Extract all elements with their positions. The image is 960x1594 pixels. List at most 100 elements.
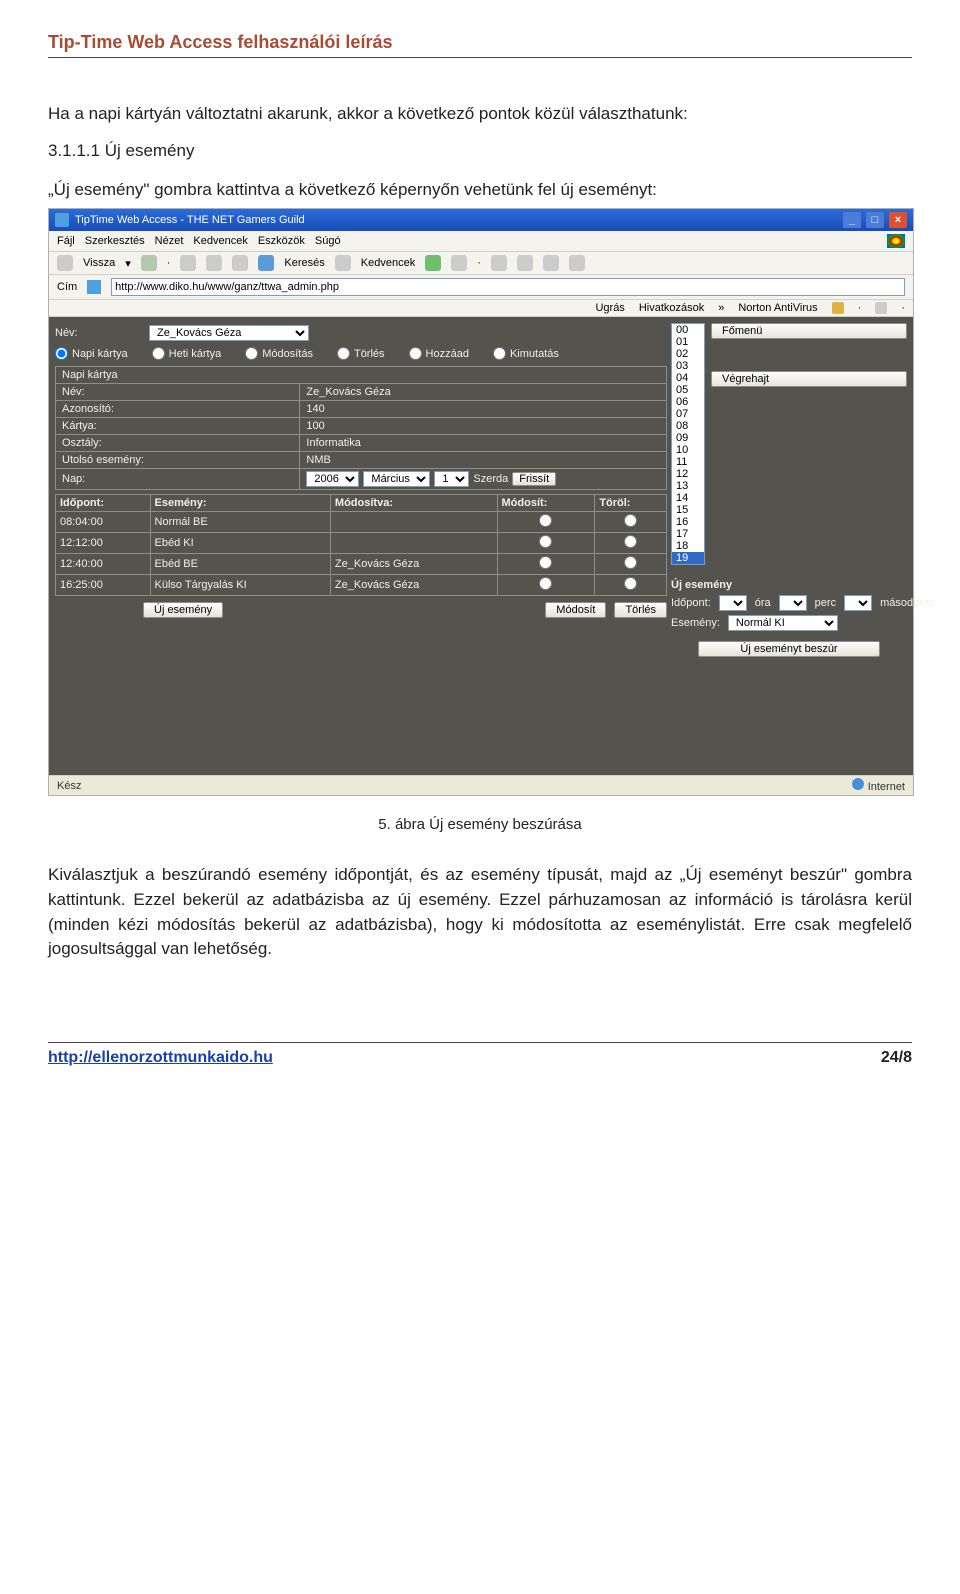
- kv-label: Név:: [56, 384, 300, 401]
- kv-label: Azonosító:: [56, 401, 300, 418]
- table-row: 08:04:00Normál BE: [56, 512, 667, 533]
- radio-torles[interactable]: Törlés: [337, 347, 385, 360]
- row-modify-radio[interactable]: [539, 577, 552, 590]
- modify-button[interactable]: Módosít: [545, 602, 606, 618]
- print-icon[interactable]: [491, 255, 507, 271]
- radio-heti[interactable]: Heti kártya: [152, 347, 222, 360]
- row-modify-radio[interactable]: [539, 535, 552, 548]
- favorites-button[interactable]: Kedvencek: [361, 257, 415, 269]
- radio-modositas[interactable]: Módosítás: [245, 347, 313, 360]
- radio-kimutatas[interactable]: Kimutatás: [493, 347, 559, 360]
- row-modify-radio[interactable]: [539, 556, 552, 569]
- hour-select[interactable]: 00: [719, 595, 747, 611]
- address-label: Cím: [57, 281, 77, 293]
- search-button[interactable]: Keresés: [284, 257, 324, 269]
- table-row: 12:40:00Ebéd BEZe_Kovács Géza: [56, 554, 667, 575]
- history-icon[interactable]: [425, 255, 441, 271]
- window-buttons: _ □ ×: [841, 212, 907, 228]
- row-delete-radio[interactable]: [624, 556, 637, 569]
- doc-title: Tip-Time Web Access felhasználói leírás: [48, 32, 912, 53]
- discuss-icon[interactable]: [543, 255, 559, 271]
- row-delete-radio[interactable]: [624, 577, 637, 590]
- norton-label: Norton AntiVirus: [738, 302, 817, 314]
- search-icon[interactable]: [258, 255, 274, 271]
- refresh-button[interactable]: Frissít: [512, 472, 556, 486]
- event-type-select[interactable]: Normál KI: [728, 615, 838, 631]
- menubar: Fájl Szerkesztés Nézet Kedvencek Eszközö…: [49, 231, 913, 252]
- menu-szerkesztes[interactable]: Szerkesztés: [85, 235, 145, 247]
- fomenu-button[interactable]: Főmenü: [711, 323, 907, 339]
- card-header: Napi kártya: [56, 367, 667, 384]
- menu-nezet[interactable]: Nézet: [155, 235, 184, 247]
- minute-select[interactable]: 00: [779, 595, 807, 611]
- card-details-table: Napi kártya Név:Ze_Kovács Géza Azonosító…: [55, 366, 667, 490]
- home-icon[interactable]: [232, 255, 248, 271]
- menu-eszkozok[interactable]: Eszközök: [258, 235, 305, 247]
- messenger-icon[interactable]: [569, 255, 585, 271]
- ugras-button[interactable]: Ugrás: [595, 302, 624, 314]
- back-dropdown-icon[interactable]: ▾: [125, 257, 131, 270]
- second-select[interactable]: 00: [844, 595, 872, 611]
- radio-napi[interactable]: Napi kártya: [55, 347, 128, 360]
- col-modositva: Módosítva:: [330, 495, 497, 512]
- kv-value: Ze_Kovács Géza: [300, 384, 667, 401]
- internet-zone-icon: [852, 778, 864, 790]
- delete-button[interactable]: Törlés: [614, 602, 667, 618]
- status-zone: Internet: [868, 781, 905, 793]
- new-event-button[interactable]: Új esemény: [143, 602, 223, 618]
- intro-paragraph: Ha a napi kártyán változtatni akarunk, a…: [48, 102, 912, 127]
- kv-label: Osztály:: [56, 435, 300, 452]
- favorites-icon[interactable]: [335, 255, 351, 271]
- hour-listbox[interactable]: 0001020304050607080910111213141516171819…: [671, 323, 705, 565]
- norton-settings-icon[interactable]: [875, 302, 887, 314]
- close-button[interactable]: ×: [889, 212, 907, 228]
- app-body: Név: Ze_Kovács Géza Napi kártya Heti kár…: [49, 317, 913, 665]
- page-number: 24/8: [881, 1049, 912, 1067]
- norton-icon[interactable]: [832, 302, 844, 314]
- row-delete-radio[interactable]: [624, 514, 637, 527]
- kv-value: Informatika: [300, 435, 667, 452]
- mode-radio-group: Napi kártya Heti kártya Módosítás Törlés…: [55, 343, 667, 366]
- edit-icon[interactable]: [517, 255, 533, 271]
- col-modosit: Módosít:: [497, 495, 595, 512]
- radio-hozzaad[interactable]: Hozzáad: [409, 347, 469, 360]
- refresh-icon[interactable]: [206, 255, 222, 271]
- after-paragraph: Kiválasztjuk a beszúrandó esemény időpon…: [48, 863, 912, 962]
- day-select[interactable]: 1: [434, 471, 469, 487]
- table-row: 16:25:00Külso Tárgyalás KIZe_Kovács Géza: [56, 575, 667, 596]
- insert-event-button[interactable]: Új eseményt beszúr: [698, 641, 880, 657]
- minimize-button[interactable]: _: [843, 212, 861, 228]
- esemeny-label: Esemény:: [671, 617, 720, 629]
- menu-fajl[interactable]: Fájl: [57, 235, 75, 247]
- maximize-button[interactable]: □: [866, 212, 884, 228]
- year-select[interactable]: 2006: [306, 471, 359, 487]
- back-icon[interactable]: [57, 255, 73, 271]
- perc-label: perc: [815, 597, 836, 609]
- ora-label: óra: [755, 597, 771, 609]
- events-table: Időpont: Esemény: Módosítva: Módosít: Tö…: [55, 494, 667, 596]
- row-delete-radio[interactable]: [624, 535, 637, 548]
- menu-sugo[interactable]: Súgó: [315, 235, 341, 247]
- table-row: 12:12:00Ebéd KI: [56, 533, 667, 554]
- forward-icon[interactable]: [141, 255, 157, 271]
- footer-link[interactable]: http://ellenorzottmunkaido.hu: [48, 1049, 273, 1067]
- kv-value: 100: [300, 418, 667, 435]
- address-input[interactable]: [111, 278, 905, 296]
- name-label: Név:: [55, 327, 141, 339]
- name-select[interactable]: Ze_Kovács Géza: [149, 325, 309, 341]
- back-button[interactable]: Vissza: [83, 257, 115, 269]
- col-torol: Töröl:: [595, 495, 667, 512]
- menu-kedvencek[interactable]: Kedvencek: [193, 235, 247, 247]
- page-icon: [87, 280, 101, 294]
- status-bar: Kész Internet: [49, 775, 913, 795]
- windows-logo-icon: [887, 234, 905, 248]
- hivatkozasok-button[interactable]: Hivatkozások: [639, 302, 704, 314]
- new-event-title: Új esemény: [671, 577, 907, 593]
- stop-icon[interactable]: [180, 255, 196, 271]
- mail-icon[interactable]: [451, 255, 467, 271]
- row-modify-radio[interactable]: [539, 514, 552, 527]
- kv-label: Kártya:: [56, 418, 300, 435]
- vegrehajt-button[interactable]: Végrehajt: [711, 371, 907, 387]
- month-select[interactable]: Március: [363, 471, 430, 487]
- mp-label: másodperc: [880, 597, 934, 609]
